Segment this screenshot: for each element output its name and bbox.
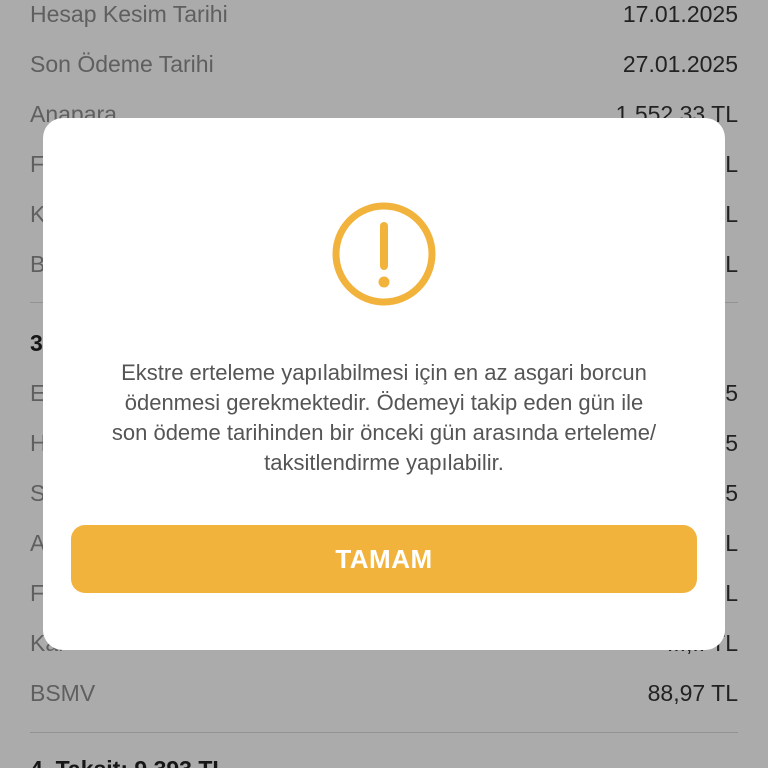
dialog-message-line: son ödeme tarihinden bir önceki gün aras… bbox=[111, 420, 657, 445]
dialog-message-line: ödenmesi gerekmektedir. Ödemeyi takip ed… bbox=[124, 390, 644, 415]
exclamation-circle-icon bbox=[332, 202, 436, 306]
dialog-message-line: taksitlendirme yapılabilir. bbox=[264, 450, 504, 475]
warning-dialog: Ekstre erteleme yapılabilmesi için en az… bbox=[43, 118, 725, 650]
dialog-message-line: Ekstre erteleme yapılabilmesi için en az… bbox=[121, 360, 647, 385]
ok-button[interactable]: TAMAM bbox=[71, 525, 697, 593]
dialog-message: Ekstre erteleme yapılabilmesi için en az… bbox=[63, 358, 705, 478]
statement-detail-screen: Hesap Kesim Tarihi 17.01.2025 Son Ödeme … bbox=[0, 0, 768, 768]
